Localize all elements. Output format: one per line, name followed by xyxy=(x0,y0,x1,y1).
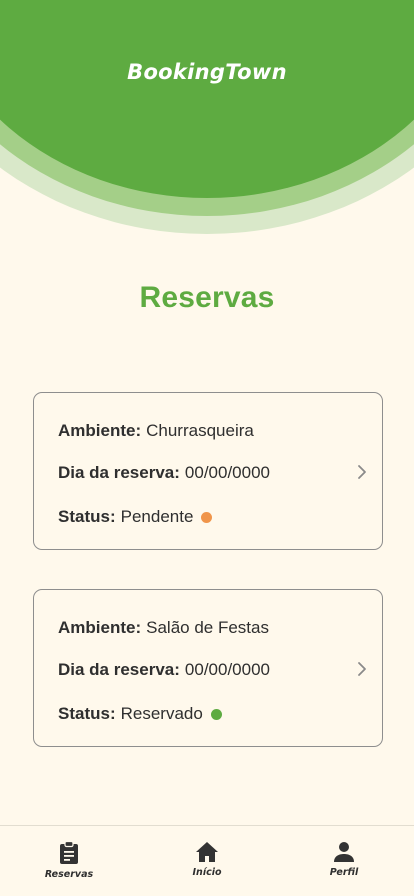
status-dot-icon xyxy=(201,511,213,523)
ambiente-row: Ambiente: Salão de Festas xyxy=(58,618,269,638)
nav-item-inicio[interactable]: Início xyxy=(167,841,247,878)
chevron-right-icon[interactable] xyxy=(356,660,368,678)
status-row: Status: Reservado xyxy=(58,704,222,724)
nav-label: Perfil xyxy=(329,867,359,878)
ambiente-row: Ambiente: Churrasqueira xyxy=(58,421,254,441)
reservation-card[interactable]: Ambiente: Salão de Festas Dia da reserva… xyxy=(33,589,383,747)
status-row: Status: Pendente xyxy=(58,507,213,527)
bottom-navigation: Reservas Início Perfil xyxy=(0,825,414,896)
app-screen: BookingTown Reservas Ambiente: Churrasqu… xyxy=(0,0,414,896)
status-value: Pendente xyxy=(120,507,194,526)
page-title: Reservas xyxy=(139,281,275,314)
chevron-right-icon[interactable] xyxy=(356,463,368,481)
nav-label: Reservas xyxy=(44,869,94,880)
nav-item-reservas[interactable]: Reservas xyxy=(29,841,109,880)
nav-item-perfil[interactable]: Perfil xyxy=(304,841,384,878)
status-label: Status: xyxy=(58,507,116,526)
date-row: Dia da reserva: 00/00/0000 xyxy=(58,463,270,483)
clipboard-icon xyxy=(60,841,78,864)
status-value: Reservado xyxy=(120,704,203,723)
reservation-card[interactable]: Ambiente: Churrasqueira Dia da reserva: … xyxy=(33,392,383,550)
ambiente-label: Ambiente: xyxy=(58,421,142,440)
date-value: 00/00/0000 xyxy=(184,463,270,482)
date-label: Dia da reserva: xyxy=(58,463,180,482)
user-icon xyxy=(334,842,354,862)
date-label: Dia da reserva: xyxy=(58,660,180,679)
app-logo: BookingTown xyxy=(127,60,287,84)
ambiente-value: Churrasqueira xyxy=(146,421,254,440)
home-icon xyxy=(196,842,218,862)
status-label: Status: xyxy=(58,704,116,723)
date-value: 00/00/0000 xyxy=(184,660,270,679)
date-row: Dia da reserva: 00/00/0000 xyxy=(58,660,270,680)
ambiente-value: Salão de Festas xyxy=(146,618,269,637)
status-dot-icon xyxy=(210,708,222,720)
nav-label: Início xyxy=(192,867,222,878)
ambiente-label: Ambiente: xyxy=(58,618,142,637)
